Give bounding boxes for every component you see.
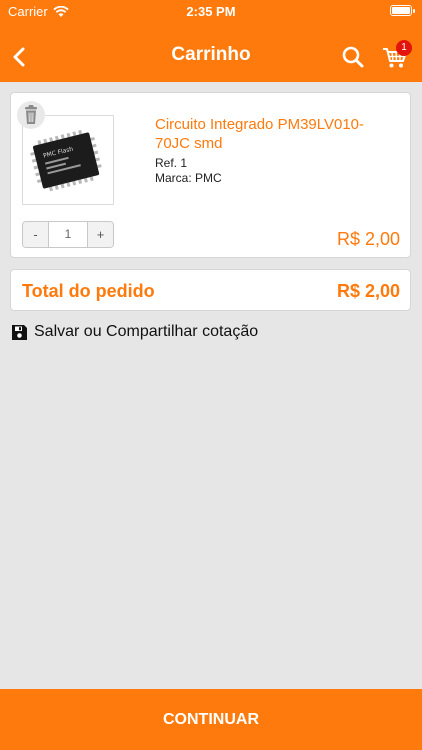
chip-image: PMC Flash [30, 129, 102, 192]
remove-item-button[interactable] [17, 101, 45, 129]
search-icon [342, 46, 364, 68]
order-total-value: R$ 2,00 [336, 281, 400, 301]
product-brand: Marca: PMC [155, 171, 222, 185]
battery-icon [390, 5, 415, 16]
cart-item-card: PMC Flash Circuito Integrado PM39LV010-7… [10, 92, 411, 258]
trash-icon [25, 105, 37, 124]
save-share-link[interactable]: Salvar ou Compartilhar cotação [11, 323, 258, 341]
product-ref: Ref. 1 [155, 156, 188, 170]
decrease-quantity-button[interactable]: - [23, 222, 49, 247]
order-total-label: Total do pedido [22, 281, 155, 301]
quantity-field[interactable]: 1 [49, 222, 87, 247]
order-total-card: Total do pedido R$ 2,00 [10, 269, 411, 311]
nav-bar: Carrinho [0, 22, 422, 82]
status-time: 2:35 PM [186, 4, 236, 19]
search-button[interactable] [340, 44, 366, 70]
continue-button[interactable]: CONTINUAR [0, 689, 422, 750]
cart-count-badge: 1 [396, 40, 412, 56]
item-price: R$ 2,00 [336, 229, 400, 249]
increase-quantity-button[interactable]: + [87, 222, 113, 247]
save-share-label: Salvar ou Compartilhar cotação [34, 323, 259, 340]
status-bar: Carrier 2:35 PM [0, 0, 422, 22]
floppy-disk-icon [12, 324, 27, 340]
product-name[interactable]: Circuito Integrado PM39LV010-70JC smd [155, 115, 395, 153]
quantity-stepper: - 1 + [22, 221, 114, 248]
